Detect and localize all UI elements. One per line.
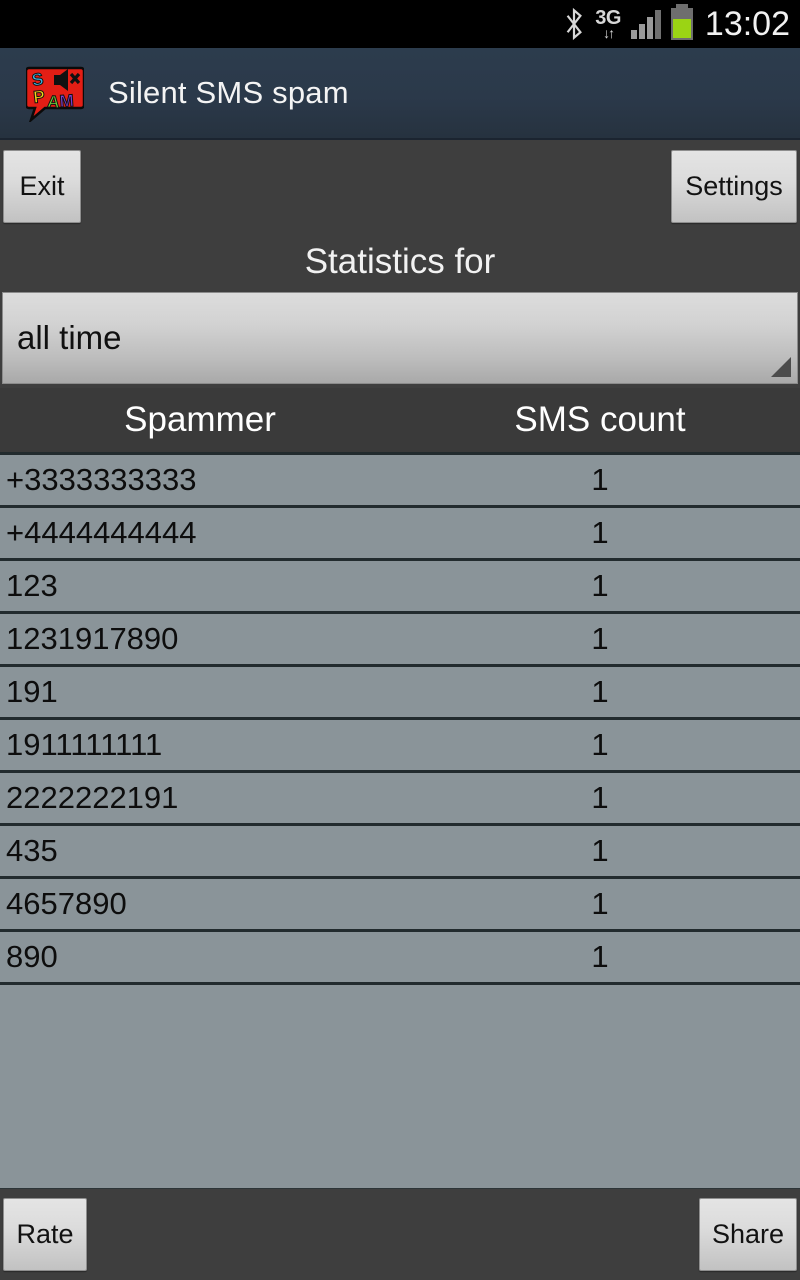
cell-spammer: +3333333333 xyxy=(6,462,197,497)
status-bar-clock: 13:02 xyxy=(704,4,790,43)
table-row[interactable]: 435 1 xyxy=(0,826,800,879)
period-spinner[interactable]: all time xyxy=(2,292,798,384)
bottom-button-bar: Rate Share xyxy=(0,1188,800,1280)
rate-button[interactable]: Rate xyxy=(3,1198,87,1271)
column-header-spammer: Spammer xyxy=(124,400,276,439)
column-header-sms-count: SMS count xyxy=(514,400,686,439)
cell-spammer: +4444444444 xyxy=(6,515,197,550)
app-screen: 3G ↓↑ 13:02 S P A M Silent SMS spam Exit… xyxy=(0,0,800,1280)
statistics-heading-row: Statistics for xyxy=(0,232,800,292)
app-title: Silent SMS spam xyxy=(108,75,349,110)
statistics-table[interactable]: +3333333333 1 +4444444444 1 123 1 1231917890 1 1… xyxy=(0,452,800,1188)
statistics-heading: Statistics for xyxy=(304,242,496,281)
cell-sms-count: 1 xyxy=(591,939,609,974)
cell-spammer: 1231917890 xyxy=(6,621,179,656)
network-type-icon: 3G ↓↑ xyxy=(595,8,621,40)
app-title-bar: S P A M Silent SMS spam xyxy=(0,48,800,140)
cell-sms-count: 1 xyxy=(591,674,609,709)
cell-sms-count: 1 xyxy=(591,568,609,603)
data-transfer-arrows-icon: ↓↑ xyxy=(603,25,615,41)
cell-spammer: 191 xyxy=(6,674,58,709)
cell-sms-count: 1 xyxy=(591,621,609,656)
table-row[interactable]: 1231917890 1 xyxy=(0,614,800,667)
table-row[interactable]: 2222222191 1 xyxy=(0,773,800,826)
table-row[interactable]: 123 1 xyxy=(0,561,800,614)
period-spinner-container: all time xyxy=(0,292,800,388)
signal-bars-icon xyxy=(630,9,661,39)
cell-spammer: 435 xyxy=(6,833,58,868)
bluetooth-icon xyxy=(563,7,585,41)
svg-text:M: M xyxy=(59,91,74,111)
table-row[interactable]: 191 1 xyxy=(0,667,800,720)
dropdown-triangle-icon xyxy=(771,357,791,377)
cell-sms-count: 1 xyxy=(591,833,609,868)
cell-sms-count: 1 xyxy=(591,515,609,550)
table-row[interactable]: 890 1 xyxy=(0,932,800,985)
cell-spammer: 890 xyxy=(6,939,58,974)
table-row[interactable]: 4657890 1 xyxy=(0,879,800,932)
cell-sms-count: 1 xyxy=(591,886,609,921)
table-row[interactable]: +3333333333 1 xyxy=(0,455,800,508)
cell-spammer: 4657890 xyxy=(6,886,127,921)
cell-spammer: 2222222191 xyxy=(6,780,179,815)
spam-app-icon: S P A M xyxy=(24,64,86,124)
settings-button[interactable]: Settings xyxy=(671,149,797,223)
svg-text:P: P xyxy=(32,87,45,107)
period-spinner-value: all time xyxy=(17,319,122,356)
exit-button[interactable]: Exit xyxy=(3,149,81,223)
cell-sms-count: 1 xyxy=(591,727,609,762)
table-row[interactable]: +4444444444 1 xyxy=(0,508,800,561)
cell-sms-count: 1 xyxy=(591,462,609,497)
cell-spammer: 123 xyxy=(6,568,58,603)
battery-icon xyxy=(670,4,693,40)
table-header: Spammer SMS count xyxy=(0,388,800,452)
share-button[interactable]: Share xyxy=(698,1198,797,1271)
table-row[interactable]: 1911111111 1 xyxy=(0,720,800,773)
cell-spammer: 1911111111 xyxy=(6,727,163,762)
cell-sms-count: 1 xyxy=(591,780,609,815)
top-button-bar: Exit Settings xyxy=(0,140,800,232)
status-bar: 3G ↓↑ 13:02 xyxy=(0,0,800,48)
